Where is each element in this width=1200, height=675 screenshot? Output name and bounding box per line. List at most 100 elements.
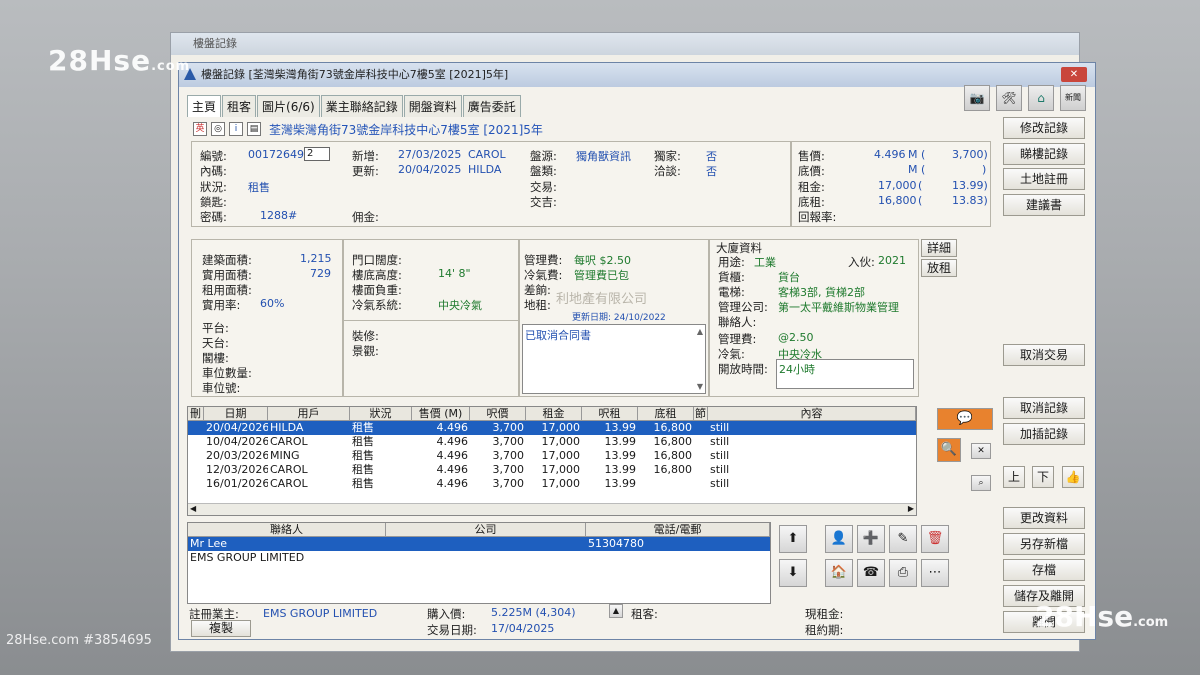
- contact-row[interactable]: EMS GROUP LIMITED: [188, 551, 770, 565]
- camera-icon[interactable]: 📷: [964, 85, 990, 111]
- land-registry-button[interactable]: 土地註冊: [1003, 168, 1085, 190]
- col-date[interactable]: 日期: [204, 407, 268, 420]
- window-close-button[interactable]: ✕: [1061, 67, 1087, 82]
- commission-label: 佣金:: [352, 210, 379, 224]
- col-phone[interactable]: 電話/電郵: [586, 523, 770, 536]
- thumbs-up-icon[interactable]: 👍: [1062, 466, 1084, 488]
- remark-textarea[interactable]: 已取消合同書 ▲ ▼: [522, 324, 706, 394]
- add-record-button[interactable]: 加插記錄: [1003, 423, 1085, 445]
- col-delete[interactable]: 刪: [188, 407, 204, 420]
- scroll-down-icon[interactable]: ▼: [697, 382, 703, 391]
- table-cell: [188, 421, 204, 435]
- table-row[interactable]: 12/03/2026 CAROL 租售 4.496 3,700 17,000 13.99 16…: [188, 463, 916, 477]
- history-body: 20/04/2026 HILDA 租售 4.496 3,700 17,000 13.99 16…: [188, 421, 916, 491]
- tab-tenant[interactable]: 租客: [222, 95, 257, 117]
- table-row[interactable]: 16/01/2026 CAROL 租售 4.496 3,700 17,000 13.99 st…: [188, 477, 916, 491]
- table-cell: 4.496: [436, 477, 469, 490]
- refresh-icon[interactable]: ◎: [211, 122, 225, 136]
- tab-main[interactable]: 主頁: [187, 95, 222, 117]
- col-user[interactable]: 用戶: [268, 407, 350, 420]
- col-company[interactable]: 公司: [386, 523, 586, 536]
- view-record-button[interactable]: 睇樓記錄: [1003, 143, 1085, 165]
- table-cell: 20/03/2026: [206, 449, 268, 462]
- floor-price-unit: M (: [908, 163, 926, 176]
- table-cell: [694, 477, 708, 491]
- col-rent[interactable]: 租金: [526, 407, 582, 420]
- upload-icon[interactable]: ⬆: [779, 525, 807, 553]
- more-icon[interactable]: ⋯: [921, 559, 949, 587]
- change-data-button[interactable]: 更改資料: [1003, 507, 1085, 529]
- code-selector[interactable]: 2: [304, 147, 330, 161]
- cancel-record-button[interactable]: 取消記錄: [1003, 397, 1085, 419]
- col-rent-psf[interactable]: 呎租: [582, 407, 638, 420]
- loft-label: 閣樓:: [202, 351, 229, 365]
- copy-button[interactable]: 複製: [191, 620, 251, 637]
- mgmt-fee-label: 管理費:: [524, 253, 563, 267]
- tools-icon[interactable]: 🛠: [996, 85, 1022, 111]
- history-hscroll[interactable]: ◀ ▶: [188, 503, 916, 515]
- info-icon[interactable]: i: [229, 122, 243, 136]
- facility-panel: 門口闊度: 樓底高度: 14' 8" 樓面負重: 冷氣系統: 中央冷氣 裝修: …: [343, 239, 519, 397]
- edit-note-icon[interactable]: ✎: [889, 525, 917, 553]
- down-button[interactable]: 下: [1032, 466, 1054, 488]
- col-status[interactable]: 狀況: [350, 407, 412, 420]
- delete-icon[interactable]: 🗑: [921, 525, 949, 553]
- print-icon[interactable]: ⎙: [889, 559, 917, 587]
- bldg-mgmt-fee-label: 管理費:: [718, 332, 757, 346]
- flag-icon[interactable]: 英: [193, 122, 207, 136]
- source-label: 盤源:: [530, 149, 557, 163]
- col-floor-rent[interactable]: 底租: [638, 407, 694, 420]
- tab-ad-commission[interactable]: 廣告委託: [462, 95, 521, 117]
- col-psf[interactable]: 呎價: [470, 407, 526, 420]
- modify-record-button[interactable]: 修改記錄: [1003, 117, 1085, 139]
- document-icon[interactable]: ▤: [247, 122, 261, 136]
- add-card-icon[interactable]: ➕: [857, 525, 885, 553]
- download-icon[interactable]: ⬇: [779, 559, 807, 587]
- proposal-button[interactable]: 建議書: [1003, 194, 1085, 216]
- rent-open: (: [918, 179, 923, 192]
- chat-icon[interactable]: 💬: [937, 408, 993, 430]
- table-row[interactable]: 20/04/2026 HILDA 租售 4.496 3,700 17,000 13.99 16…: [188, 421, 916, 435]
- floor-rent-psf: 13.83): [952, 194, 988, 207]
- col-section[interactable]: 節: [694, 407, 708, 420]
- scroll-up-icon[interactable]: ▲: [697, 327, 703, 336]
- scroll-left-icon[interactable]: ◀: [190, 504, 196, 513]
- cancel-deal-button[interactable]: 取消交易: [1003, 344, 1085, 366]
- clear-icon[interactable]: ✕: [971, 443, 991, 459]
- floor-rent-value: 16,800: [878, 194, 917, 207]
- scroll-right-icon[interactable]: ▶: [908, 504, 914, 513]
- expand-up-icon[interactable]: ▲: [609, 604, 623, 618]
- sale-price-label: 售價:: [798, 149, 825, 163]
- add-person-icon[interactable]: 👤: [825, 525, 853, 553]
- zoom-icon[interactable]: ⌕: [971, 475, 991, 491]
- home-contact-icon[interactable]: 🏠: [825, 559, 853, 587]
- parking-no-label: 車位號:: [202, 381, 241, 395]
- hours-field[interactable]: 24小時: [776, 359, 914, 389]
- search-icon[interactable]: 🔍: [937, 438, 961, 462]
- table-row[interactable]: 10/04/2026 CAROL 租售 4.496 3,700 17,000 13.99 16…: [188, 435, 916, 449]
- save-as-button[interactable]: 另存新檔: [1003, 533, 1085, 555]
- phone-icon[interactable]: ☎: [857, 559, 885, 587]
- table-row[interactable]: 20/03/2026 MING 租售 4.496 3,700 17,000 13.99 16,…: [188, 449, 916, 463]
- table-cell: 20/04/2026: [206, 421, 268, 434]
- tab-photos[interactable]: 圖片(6/6): [257, 95, 320, 117]
- save-button[interactable]: 存檔: [1003, 559, 1085, 581]
- tab-listing-info[interactable]: 開盤資料: [403, 95, 462, 117]
- type-label: 盤類:: [530, 164, 557, 178]
- up-button[interactable]: 上: [1003, 466, 1025, 488]
- table-cell: 3,700: [492, 477, 525, 490]
- detail-button[interactable]: 詳細: [921, 239, 957, 257]
- col-contact-name[interactable]: 聯絡人: [188, 523, 386, 536]
- contact-row[interactable]: Mr Lee 51304780: [188, 537, 770, 551]
- news-icon[interactable]: 新聞: [1060, 85, 1086, 111]
- table-cell: 13.99: [604, 463, 637, 476]
- col-content[interactable]: 內容: [708, 407, 916, 420]
- col-price[interactable]: 售價 (M): [412, 407, 470, 420]
- home-icon[interactable]: ⌂: [1028, 85, 1054, 111]
- door-width-label: 門口闊度:: [352, 253, 402, 267]
- tab-owner-contact[interactable]: 業主聯絡記錄: [320, 95, 403, 117]
- lease-button[interactable]: 放租: [921, 259, 957, 277]
- intake-label: 入伙:: [848, 255, 875, 269]
- table-cell: 4.496: [436, 463, 469, 476]
- table-cell: 17,000: [541, 449, 581, 462]
